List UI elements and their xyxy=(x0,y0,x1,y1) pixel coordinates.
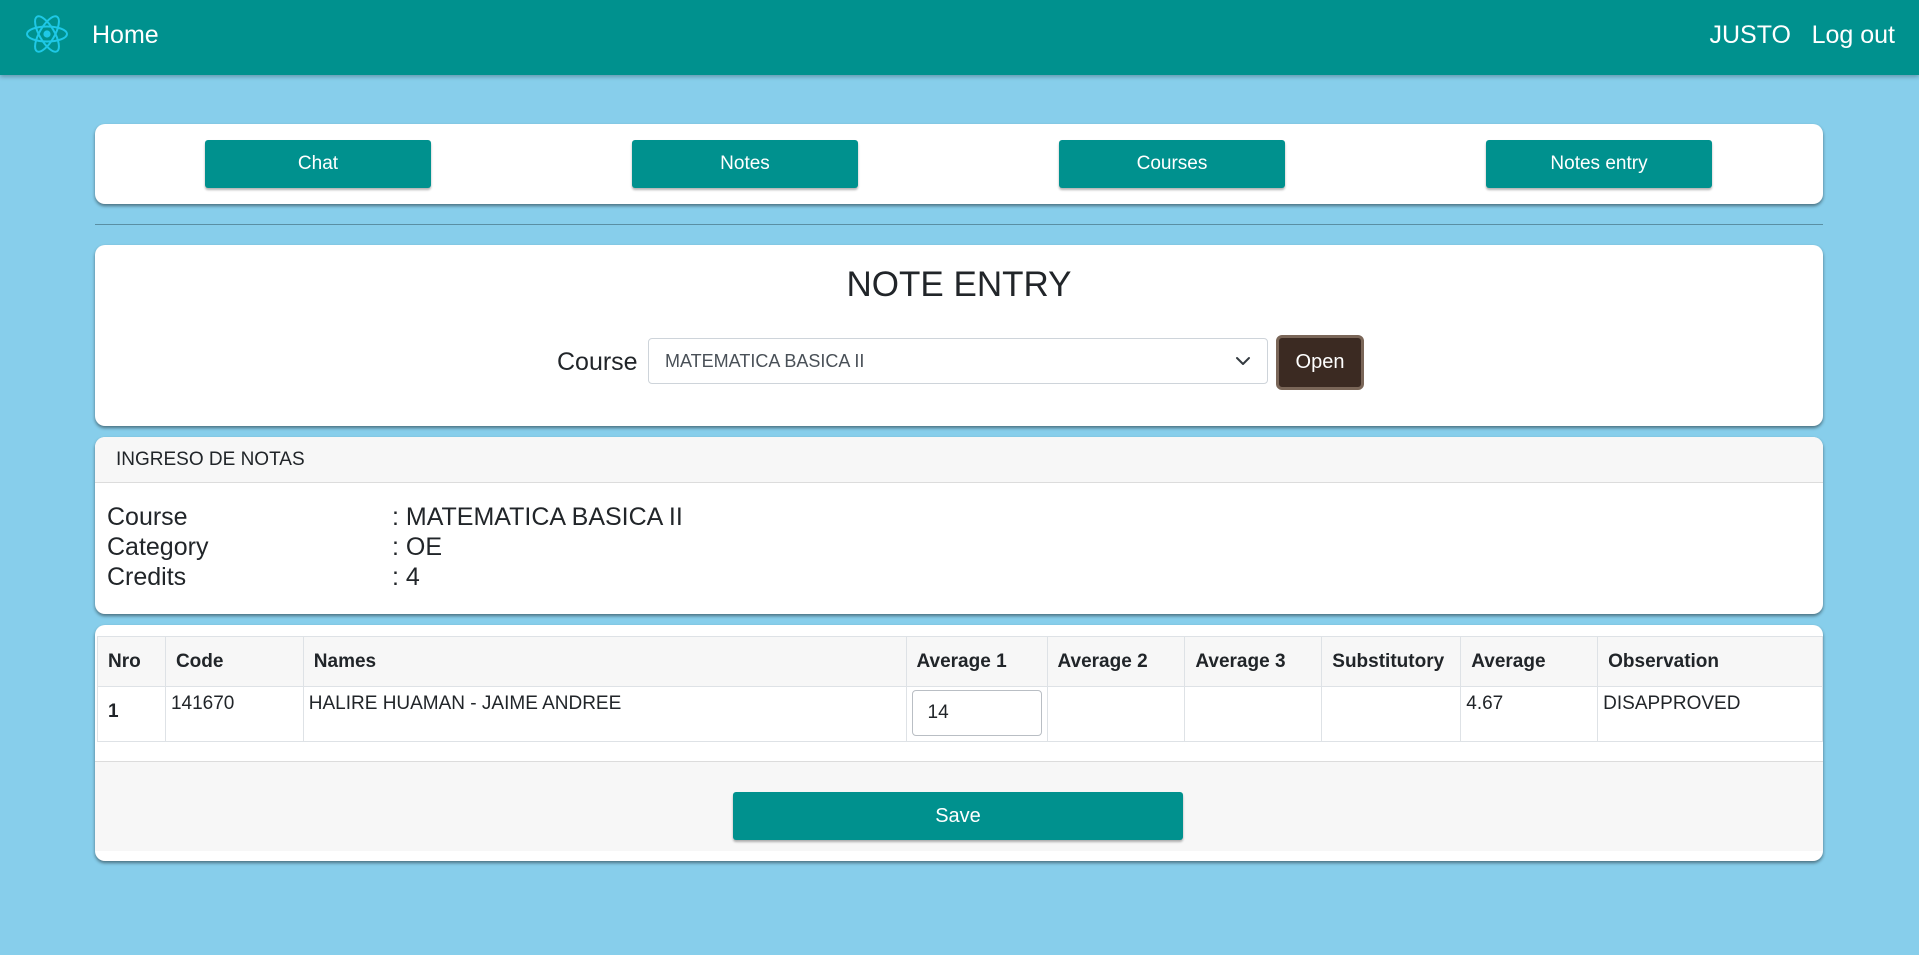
table-row: 1 141670 HALIRE HUAMAN - JAIME ANDREE 4.… xyxy=(97,686,1823,742)
column-header: Substitutory xyxy=(1321,636,1462,687)
student-code: 141670 xyxy=(164,686,304,742)
page-title: NOTE ENTRY xyxy=(846,265,1072,304)
column-header: Average 3 xyxy=(1184,636,1323,687)
home-link[interactable]: Home xyxy=(92,21,159,50)
course-select[interactable]: MATEMATICA BASICA II xyxy=(648,338,1268,384)
info-card-title: INGRESO DE NOTAS xyxy=(116,449,305,470)
courses-button[interactable]: Courses xyxy=(1059,140,1285,188)
menu-card: Chat Notes Courses Notes entry xyxy=(95,124,1823,204)
info-key: Course xyxy=(107,503,188,531)
info-value: : 4 xyxy=(392,563,420,591)
info-key: Credits xyxy=(107,563,187,591)
average-3-cell xyxy=(1184,686,1323,742)
info-card-header: INGRESO DE NOTAS xyxy=(95,437,1823,483)
notes-entry-button[interactable]: Notes entry xyxy=(1486,140,1712,188)
column-header: Names xyxy=(302,636,907,687)
table-header-row: Nro Code Names Average 1 Average 2 Avera… xyxy=(97,636,1823,687)
course-info-card: INGRESO DE NOTAS Course : MATEMATICA BAS… xyxy=(95,437,1823,614)
course-label: Course xyxy=(557,348,638,376)
column-header: Average xyxy=(1460,636,1599,687)
info-value: : OE xyxy=(392,533,443,561)
notes-button[interactable]: Notes xyxy=(632,140,858,188)
table-card-footer: Save xyxy=(95,761,1823,851)
average-2-cell xyxy=(1046,686,1186,742)
column-header: Average 1 xyxy=(905,636,1048,687)
info-value: : MATEMATICA BASICA II xyxy=(392,503,683,531)
average-1-input[interactable] xyxy=(911,690,1042,736)
react-atom-icon[interactable] xyxy=(24,11,70,57)
chevron-down-icon xyxy=(1236,357,1250,365)
grades-table-card: Nro Code Names Average 1 Average 2 Avera… xyxy=(95,625,1823,861)
save-button[interactable]: Save xyxy=(733,792,1183,840)
top-navbar: Home JUSTO Log out xyxy=(0,0,1919,75)
logout-link[interactable]: Log out xyxy=(1812,21,1895,50)
column-header: Code xyxy=(164,636,304,687)
user-name[interactable]: JUSTO xyxy=(1710,21,1792,50)
chat-button[interactable]: Chat xyxy=(205,140,431,188)
column-header: Nro xyxy=(97,636,166,687)
average-cell: 4.67 xyxy=(1460,686,1599,742)
substitutory-cell xyxy=(1321,686,1462,742)
average-1-cell xyxy=(905,686,1048,742)
row-number: 1 xyxy=(97,686,166,742)
info-key: Category xyxy=(107,533,209,561)
open-button[interactable]: Open xyxy=(1276,335,1364,390)
section-divider xyxy=(95,224,1823,225)
student-names: HALIRE HUAMAN - JAIME ANDREE xyxy=(302,686,907,742)
observation-cell: DISAPPROVED xyxy=(1597,686,1823,742)
column-header: Average 2 xyxy=(1046,636,1186,687)
course-select-value: MATEMATICA BASICA II xyxy=(665,351,865,371)
note-entry-card: NOTE ENTRY Course MATEMATICA BASICA II O… xyxy=(95,245,1823,426)
column-header: Observation xyxy=(1597,636,1823,687)
grades-table: Nro Code Names Average 1 Average 2 Avera… xyxy=(97,636,1823,742)
